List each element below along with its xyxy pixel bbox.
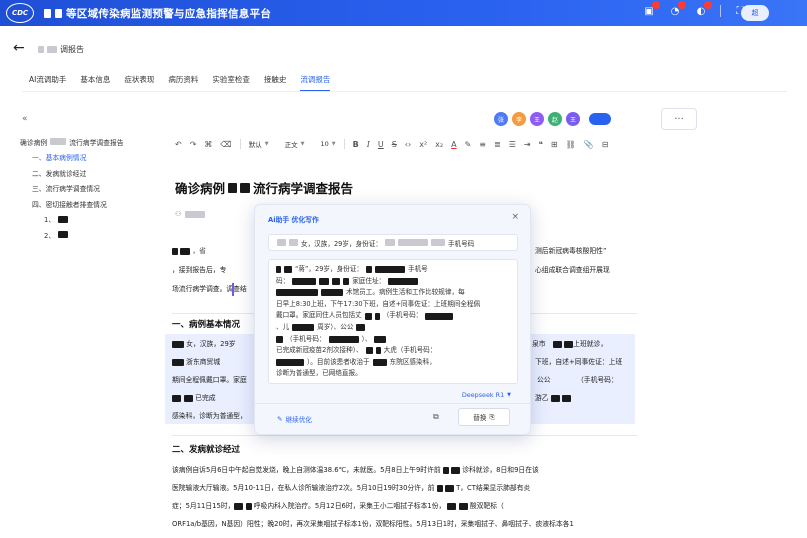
document-outline: 确诊病例 流行病学调查报告 一、基本病例情况 二、发病就诊经过 三、流行病学调查情… [20,134,168,243]
author-icon: ⚇ [175,210,182,218]
ai-result-textarea[interactable]: “蒋”，29岁，身份证： 手机号 码： 家庭住址： 术馆员工。病例生活和工作比较规律… [268,259,518,384]
paragraph-line: 医院输液大厅输液。5月10-11日，在私人诊所输液治疗2次。5月10日19时30… [172,484,531,492]
superscript-icon[interactable]: x² [419,140,427,149]
replace-icon: ⎘ [489,412,495,421]
align-left-icon[interactable]: ≡ [479,140,486,149]
bold-icon[interactable]: B [353,140,359,149]
avatar[interactable]: 王 [530,112,544,126]
paragraph-line-tail: 游乙 [535,389,571,407]
quote-icon[interactable]: ❝ [539,140,543,149]
bell-icon[interactable]: ◔ [668,1,686,18]
replace-button[interactable]: 替换 ⎘ [458,408,510,426]
notification-icon[interactable]: ▣ [642,1,660,18]
highlight-icon[interactable]: ✎ [465,140,472,149]
tab-bar: AI流调助手 基本信息 症状表现 病历资料 实验室检查 接触史 流调报告 [22,71,337,92]
bullet-list-icon[interactable]: ☰ [509,140,516,149]
indent-icon[interactable]: ⇥ [524,140,531,149]
sparkle-icon: ✎ [277,415,283,423]
alert-icon[interactable]: ◐ [694,1,712,18]
avatar[interactable]: 王 [566,112,580,126]
app-header: CDC 等区域传染病监测预警与应急指挥信息平台 ▣ ◔ ◐ ⛶ 超 [0,0,807,26]
avatar[interactable]: 张 [494,112,508,126]
close-icon[interactable]: × [511,212,519,222]
font-color-icon[interactable]: A [451,140,456,149]
redo-icon[interactable]: ↷ [190,140,197,149]
more-tools-icon[interactable]: ⊟ [602,140,609,149]
tab-medical-records[interactable]: 病历资料 [161,71,205,92]
paragraph-line-tail: 上班就诊， [553,335,607,353]
align-center-icon[interactable]: ≣ [494,140,501,149]
tab-symptoms[interactable]: 症状表现 [117,71,161,92]
paragraph-line: 该病例自诉5月6日中午起自觉发烧，晚上自测体温38.6℃，未就医。5月8日上午9… [172,466,539,474]
attachment-icon[interactable]: 📎 [584,140,594,149]
tab-report[interactable]: 流调报告 [293,71,337,92]
continue-optimize-button[interactable]: ✎ 继续优化 [277,414,312,424]
outline-item[interactable]: 三、流行病学调查情况 [20,181,168,197]
copy-icon[interactable]: ⧉ [433,412,439,422]
format-painter-icon[interactable]: ⌘ [204,140,212,149]
undo-icon[interactable]: ↶ [175,140,182,149]
underline-icon[interactable]: U [378,140,384,149]
table-icon[interactable]: ⊞ [551,140,558,149]
paragraph-line: ORF1a/b基因，N基因）阳性；晚20时，再次采集咽拭子标本1份，双靶标阳性。… [172,520,574,528]
outline-item[interactable]: 2、 [20,227,168,243]
code-icon[interactable]: ‹› [405,140,411,149]
avatar[interactable]: 李 [512,112,526,126]
model-select[interactable]: Deepseek R1 ▼ [462,391,511,399]
tab-lab-tests[interactable]: 实验室检查 [205,71,257,92]
back-arrow-icon[interactable]: ← [13,40,25,56]
ai-assistant-dialog: Ai助手 优化写作 × 女，汉族，29岁，身份证： 手机号码 “蒋”，29岁，身… [254,204,531,435]
outline-item[interactable]: 一、基本病例情况 [20,150,168,166]
collaborators-more-pill[interactable] [589,113,611,125]
subscript-icon[interactable]: x₂ [435,140,443,149]
link-icon[interactable]: ⛓ [566,140,576,149]
intro-line-tail: 心组成联合调查组开展现 [535,266,610,274]
outline-item[interactable]: 四、密切接触者排查情况 [20,196,168,212]
outline-item[interactable]: 1、 [20,212,168,228]
document-meta: ⚇ [175,210,206,218]
app-title: 等区域传染病监测预警与应急指挥信息平台 [44,6,271,21]
clear-format-icon[interactable]: ⌫ [220,140,231,149]
collapse-outline-icon[interactable]: « [22,114,28,124]
cdc-logo: CDC [6,3,34,23]
document-title[interactable]: 确诊病例 流行病学调查报告 [175,178,353,197]
tab-basic-info[interactable]: 基本信息 [73,71,117,92]
strikethrough-icon[interactable]: S [392,140,397,149]
prompt-input[interactable]: 女，汉族，29岁，身份证： 手机号码 [268,234,518,251]
font-family-select[interactable]: 默认 ▼ [249,139,269,149]
page-title: 调报告 [38,44,84,55]
collaborator-avatars: 张 李 王 赵 王 [494,112,611,126]
more-options-button[interactable]: ··· [661,108,697,130]
section-heading: 一、病例基本情况 [172,320,241,330]
font-size-select[interactable]: 10 ▼ [320,140,335,148]
outline-item[interactable]: 二、发病就诊经过 [20,165,168,181]
paragraph-line: 症；5月11日15时， 呼吸内科入院治疗。5月12日6时，采集王小二咽拭子标本1… [172,502,504,510]
intro-line-tail: 测后新冠病毒核酸阳性” [535,247,607,255]
tab-ai-assistant[interactable]: AI流调助手 [22,71,73,92]
tab-contact-history[interactable]: 接触史 [257,71,294,92]
outline-root[interactable]: 确诊病例 流行病学调查报告 [20,134,168,150]
italic-icon[interactable]: I [367,140,370,149]
paragraph-style-select[interactable]: 正文 ▼ [285,139,305,149]
avatar[interactable]: 赵 [548,112,562,126]
editor-toolbar: ↶ ↷ ⌘ ⌫ 默认 ▼ 正文 ▼ 10 ▼ B I U S ‹› x² x₂ A ✎… [175,139,608,149]
dialog-title: Ai助手 优化写作 [268,216,319,224]
user-avatar[interactable]: 超 [741,5,769,21]
section-heading: 二、发病就诊经过 [172,445,241,455]
